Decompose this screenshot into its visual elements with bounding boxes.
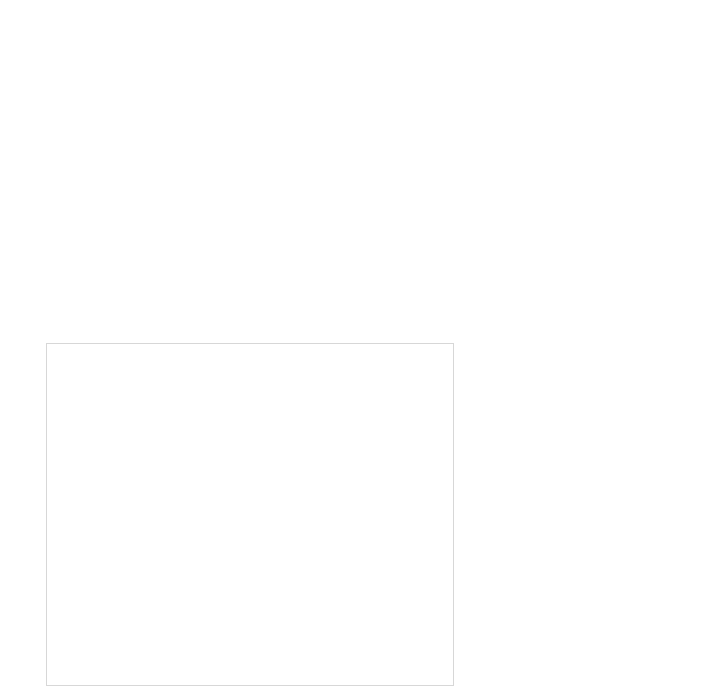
spreadsheet [0, 0, 708, 695]
titration-error-chart[interactable] [46, 343, 454, 686]
